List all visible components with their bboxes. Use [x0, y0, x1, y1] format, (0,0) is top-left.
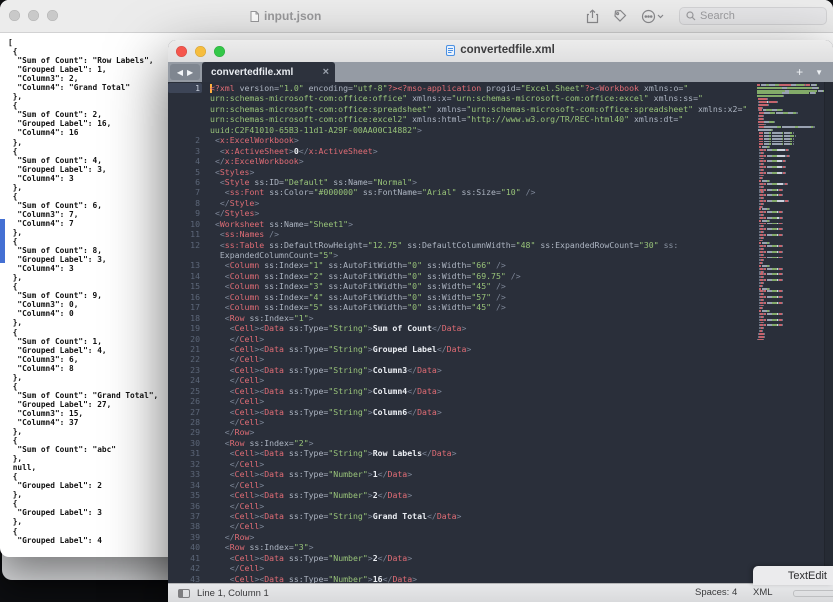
minimap[interactable]	[757, 84, 825, 341]
window-title: input.json	[250, 9, 321, 23]
editor-pane[interactable]: 1234567891011121314151617181920212223242…	[168, 82, 833, 583]
toolbar-actions: Search	[586, 0, 827, 32]
code-line[interactable]: </Cell>	[210, 480, 755, 490]
code-line[interactable]: </x:ExcelWorkbook>	[210, 156, 755, 166]
code-line[interactable]: <Cell><Data ss:Type="String">Column6</Da…	[210, 407, 755, 417]
tab-label: convertedfile.xml	[211, 67, 293, 78]
search-placeholder: Search	[700, 10, 735, 22]
code-line[interactable]: urn:schemas-microsoft-com:office:spreads…	[210, 104, 755, 114]
editor-window-title-text: convertedfile.xml	[460, 44, 555, 56]
code-line[interactable]: urn:schemas-microsoft-com:office:office"…	[210, 93, 755, 103]
code-line[interactable]: </Row>	[210, 427, 755, 437]
code-line[interactable]: </Cell>	[210, 396, 755, 406]
code-line[interactable]: <Cell><Data ss:Type="String">Grand Total…	[210, 511, 755, 521]
sidebar-toggle-icon[interactable]	[178, 589, 190, 598]
code-line[interactable]: <Worksheet ss:Name="Sheet1">	[210, 219, 755, 229]
search-icon	[686, 11, 696, 21]
tab-list-dropdown-icon[interactable]: ▼	[815, 68, 823, 77]
forward-icon[interactable]: ▶	[187, 68, 193, 77]
close-tab-icon[interactable]: ×	[323, 67, 329, 78]
code-line[interactable]: </Cell>	[210, 375, 755, 385]
textedit-toolbar: input.json Search	[0, 0, 833, 33]
tag-button[interactable]	[613, 9, 627, 23]
code-line[interactable]: uuid:C2F41010-65B3-11d1-A29F-00AA00C1488…	[210, 125, 755, 135]
code-line[interactable]: </Style>	[210, 198, 755, 208]
desktop: input.json Search [	[0, 0, 833, 601]
textedit-app-label[interactable]: TextEdit	[753, 566, 833, 585]
zoom-window-button[interactable]	[47, 10, 58, 21]
status-bar: Line 1, Column 1 Spaces: 4 XML	[168, 583, 833, 602]
code-line[interactable]: <Styles>	[210, 167, 755, 177]
code-line[interactable]: </Styles>	[210, 208, 755, 218]
code-line[interactable]: <Cell><Data ss:Type="String">Grouped Lab…	[210, 344, 755, 354]
code-line[interactable]: urn:schemas-microsoft-com:office:excel2"…	[210, 114, 755, 124]
search-input[interactable]: Search	[679, 7, 827, 25]
document-proxy-icon	[250, 11, 259, 22]
code-line[interactable]: <Cell><Data ss:Type="String">Column4</Da…	[210, 386, 755, 396]
code-line[interactable]: <ss:Names />	[210, 229, 755, 239]
status-bar-control	[793, 590, 833, 597]
xml-document-icon	[446, 45, 455, 56]
code-line[interactable]: <Row ss:Index="1">	[210, 313, 755, 323]
code-line[interactable]: <?xml version="1.0" encoding="utf-8"?><?…	[210, 83, 755, 93]
code-line[interactable]: </Cell>	[210, 334, 755, 344]
code-line[interactable]: </Cell>	[210, 459, 755, 469]
code-line[interactable]: <Column ss:Index="4" ss:AutoFitWidth="0"…	[210, 292, 755, 302]
code-line[interactable]: <Row ss:Index="3">	[210, 542, 755, 552]
indent-setting[interactable]: Spaces: 4	[695, 587, 737, 598]
close-window-button[interactable]	[9, 10, 20, 21]
code-line[interactable]: <ss:Table ss:DefaultRowHeight="12.75" ss…	[210, 240, 755, 250]
code-line[interactable]: ExpandedColumnCount="5">	[210, 250, 755, 260]
code-line[interactable]: <Cell><Data ss:Type="Number">1</Data>	[210, 469, 755, 479]
code-line[interactable]: <Column ss:Index="2" ss:AutoFitWidth="0"…	[210, 271, 755, 281]
share-button[interactable]	[586, 9, 599, 24]
code-line[interactable]: <Cell><Data ss:Type="Number">16</Data>	[210, 574, 755, 583]
window-title-text: input.json	[264, 9, 321, 23]
code-line[interactable]: <Cell><Data ss:Type="Number">2</Data>	[210, 553, 755, 563]
code-line[interactable]: <Column ss:Index="1" ss:AutoFitWidth="0"…	[210, 260, 755, 270]
tab-history-nav[interactable]: ◀ ▶	[170, 64, 200, 80]
code-line[interactable]: </Cell>	[210, 501, 755, 511]
code-line[interactable]: <x:ActiveSheet>0</x:ActiveSheet>	[210, 146, 755, 156]
code-line[interactable]: <Column ss:Index="5" ss:AutoFitWidth="0"…	[210, 302, 755, 312]
code-line[interactable]: <ss:Font ss:Color="#000000" ss:FontName=…	[210, 187, 755, 197]
more-actions-button[interactable]	[641, 9, 665, 24]
code-line[interactable]: <Cell><Data ss:Type="Number">2</Data>	[210, 490, 755, 500]
vertical-scrollbar[interactable]	[824, 82, 833, 583]
editor-window: convertedfile.xml ◀ ▶ convertedfile.xml …	[168, 40, 833, 601]
code-line[interactable]: </Row>	[210, 532, 755, 542]
line-number-gutter: 1234567891011121314151617181920212223242…	[168, 83, 202, 583]
code-line[interactable]: </Cell>	[210, 354, 755, 364]
tab-controls: + ▼	[796, 62, 833, 82]
code-line[interactable]: <x:ExcelWorkbook>	[210, 135, 755, 145]
code-line[interactable]: <Row ss:Index="2">	[210, 438, 755, 448]
window-edge-accent	[0, 219, 5, 263]
code-line[interactable]: </Cell>	[210, 417, 755, 427]
new-tab-button[interactable]: +	[796, 65, 803, 79]
code-area[interactable]: <?xml version="1.0" encoding="utf-8"?><?…	[210, 83, 755, 583]
back-icon[interactable]: ◀	[177, 68, 183, 77]
minimize-window-button[interactable]	[28, 10, 39, 21]
editor-titlebar: convertedfile.xml	[168, 40, 833, 63]
code-line[interactable]: </Cell>	[210, 563, 755, 573]
code-line[interactable]: <Cell><Data ss:Type="String">Row Labels<…	[210, 448, 755, 458]
editor-window-title: convertedfile.xml	[168, 44, 833, 56]
code-line[interactable]: <Column ss:Index="3" ss:AutoFitWidth="0"…	[210, 281, 755, 291]
tab-convertedfile-xml[interactable]: convertedfile.xml ×	[202, 62, 335, 82]
code-line[interactable]: </Cell>	[210, 521, 755, 531]
code-line[interactable]: <Cell><Data ss:Type="String">Column3</Da…	[210, 365, 755, 375]
code-line[interactable]: <Style ss:ID="Default" ss:Name="Normal">	[210, 177, 755, 187]
syntax-mode[interactable]: XML	[753, 587, 773, 598]
tab-bar: ◀ ▶ convertedfile.xml × + ▼	[168, 62, 833, 82]
code-line[interactable]: <Cell><Data ss:Type="String">Sum of Coun…	[210, 323, 755, 333]
window-controls[interactable]	[9, 10, 58, 21]
cursor-position: Line 1, Column 1	[197, 588, 269, 599]
